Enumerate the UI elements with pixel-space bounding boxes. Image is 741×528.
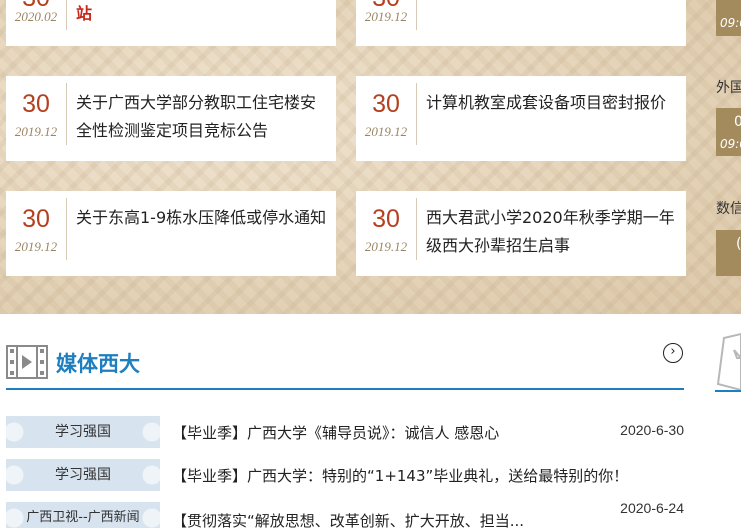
notice-year-month: 2019.12 [364, 239, 408, 254]
notice-day: 30 [372, 90, 400, 118]
notice-divider [416, 198, 417, 260]
notice-year-month: 2020.02 [14, 9, 58, 24]
right-events-column: 09:0 外国 0 09:0 数信 ( [700, 0, 741, 314]
media-divider [6, 388, 684, 390]
media-list-item[interactable]: 学习强国 【毕业季】广西大学：特别的“1+143”毕业典礼，送给最特别的你！ [6, 459, 684, 491]
event-date-box[interactable]: ( [716, 230, 741, 276]
notice-title[interactable]: 站 [76, 0, 328, 28]
media-source-tag[interactable]: 学习强国 [6, 416, 160, 448]
notice-year-month: 2019.12 [14, 239, 58, 254]
notice-title[interactable]: 计算机教室成套设备项目密封报价 [426, 89, 678, 117]
event-date-box[interactable]: 09:0 [716, 0, 741, 36]
notice-title[interactable]: 西大君武小学2020年秋季学期一年级西大孙辈招生启事 [426, 204, 678, 260]
media-section-header: 媒体西大 › [6, 338, 684, 390]
notice-divider [66, 198, 67, 260]
notice-divider [416, 0, 417, 30]
notice-year-month: 2019.12 [364, 9, 408, 24]
notice-card[interactable]: 30 2019.12 关于广西大学部分教职工住宅楼安全性检测鉴定项目竞标公告 [6, 76, 336, 161]
media-item-date: 2020-6-24 [620, 500, 684, 516]
media-source-tag[interactable]: 广西卫视--广西新闻 [6, 502, 160, 528]
media-item-date: 2020-6-30 [620, 422, 684, 438]
notice-year-month: 2019.12 [14, 124, 58, 139]
event-category-label[interactable]: 外国 [716, 77, 741, 97]
notice-day: 30 [22, 205, 50, 233]
notice-day: 30 [372, 205, 400, 233]
media-item-title[interactable]: 【毕业季】广西大学：特别的“1+143”毕业典礼，送给最特别的你！ [172, 465, 628, 486]
notice-divider [416, 83, 417, 145]
event-time: 09:0 [720, 16, 741, 30]
media-item-title[interactable]: 【贯彻落实“解放思想、改革创新、扩大开放、担当... [172, 510, 524, 528]
event-date-box[interactable]: 0 09:0 [716, 108, 741, 156]
media-list-item[interactable]: 学习强国 【毕业季】广西大学《辅导员说》：诚信人 感恩心 2020-6-30 [6, 416, 684, 448]
notice-divider [66, 83, 67, 145]
notice-divider [66, 0, 67, 30]
more-arrow-button[interactable]: › [663, 343, 683, 363]
event-category-label[interactable]: 数信 [716, 198, 741, 218]
event-day: 0 [734, 114, 741, 130]
notice-card[interactable]: 30 2019.12 [356, 0, 686, 46]
star-badge-icon [715, 332, 741, 392]
media-list-item[interactable]: 广西卫视--广西新闻 【贯彻落实“解放思想、改革创新、扩大开放、担当... 20… [6, 500, 684, 528]
event-day: ( [736, 236, 741, 252]
notice-card[interactable]: 30 2019.12 关于东高1-9栋水压降低或停水通知 [6, 191, 336, 276]
notice-year-month: 2019.12 [364, 124, 408, 139]
notice-day: 30 [22, 90, 50, 118]
media-item-title[interactable]: 【毕业季】广西大学《辅导员说》：诚信人 感恩心 [172, 422, 499, 443]
event-time: 09:0 [720, 137, 741, 151]
film-icon [6, 345, 48, 379]
notice-card[interactable]: 30 2020.02 站 [6, 0, 336, 46]
media-source-tag[interactable]: 学习强国 [6, 459, 160, 491]
notice-card[interactable]: 30 2019.12 计算机教室成套设备项目密封报价 [356, 76, 686, 161]
media-section-title: 媒体西大 [56, 352, 140, 376]
notice-title[interactable]: 关于广西大学部分教职工住宅楼安全性检测鉴定项目竞标公告 [76, 89, 328, 145]
notice-title[interactable]: 关于东高1-9栋水压降低或停水通知 [76, 204, 328, 232]
notice-card[interactable]: 30 2019.12 西大君武小学2020年秋季学期一年级西大孙辈招生启事 [356, 191, 686, 276]
